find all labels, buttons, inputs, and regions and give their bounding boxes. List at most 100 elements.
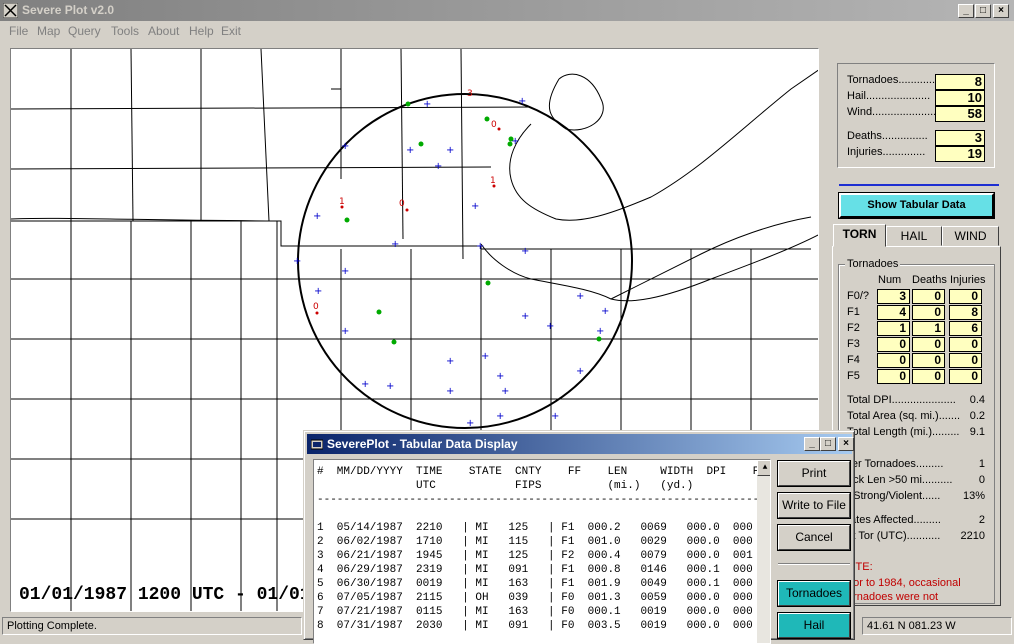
svg-text:0: 0 <box>399 199 405 209</box>
group-title: Tornadoes <box>845 258 901 270</box>
svg-text:3: 3 <box>467 89 473 99</box>
app-icon <box>3 3 18 18</box>
grid-cell: 0 <box>877 337 910 352</box>
table-row: 3 06/21/1987 1945 | MI 125 | F2 000.4 00… <box>317 550 753 562</box>
table-rule: ----------------------------------------… <box>317 494 766 506</box>
table-row: 8 07/31/1987 2030 | MI 091 | F0 003.5 00… <box>317 620 753 632</box>
table-row: 2 06/02/1987 1710 | MI 115 | F1 001.0 00… <box>317 536 753 548</box>
table-row: 5 06/30/1987 0019 | MI 163 | F1 001.9 00… <box>317 578 753 590</box>
grid-cell: 0 <box>949 337 982 352</box>
stat-total-area: Total Area (sq. mi.)....... 0.2 <box>847 410 985 422</box>
stat-states-affected: tates Affected......... 2 <box>847 514 985 526</box>
dialog-minimize-button[interactable]: _ <box>804 437 820 451</box>
svg-text:+: + <box>314 286 322 297</box>
svg-text:+: + <box>423 99 431 110</box>
row-label: F3 <box>847 338 860 350</box>
table-row: 4 06/29/1987 2319 | MI 091 | F1 000.8 01… <box>317 564 753 576</box>
write-to-file-button[interactable]: Write to File <box>777 492 851 519</box>
menu-exit[interactable]: Exit <box>221 24 241 38</box>
tornadoes-label: Tornadoes............. <box>847 74 939 86</box>
svg-text:+: + <box>293 256 301 267</box>
svg-text:+: + <box>341 326 349 337</box>
grid-cell: 6 <box>949 321 982 336</box>
tornadoes-button[interactable]: Tornadoes <box>777 580 851 607</box>
close-button[interactable]: × <box>993 4 1009 18</box>
note-line: ornadoes were not <box>847 591 939 603</box>
menu-tools[interactable]: Tools <box>111 24 139 38</box>
svg-text:+: + <box>546 321 554 332</box>
svg-text:+: + <box>341 141 349 152</box>
svg-text:+: + <box>481 351 489 362</box>
table-spacer <box>317 507 770 521</box>
wind-count: 58 <box>935 106 985 122</box>
dialog-title: SeverePlot - Tabular Data Display <box>327 437 518 451</box>
row-label: F4 <box>847 354 860 366</box>
col-header-num: Num <box>878 274 902 286</box>
status-message: Plotting Complete. <box>2 617 302 635</box>
vertical-scrollbar[interactable]: ▲ <box>757 460 770 643</box>
stat-total-length: Total Length (mi.)......... 9.1 <box>847 426 985 438</box>
hail-markers <box>344 101 602 345</box>
grid-cell: 1 <box>912 321 945 336</box>
stat-total-dpi: Total DPI..................... 0.4 <box>847 394 985 406</box>
svg-text:+: + <box>518 96 526 107</box>
maximize-button[interactable]: □ <box>975 4 991 18</box>
table-header-units: UTC FIPS (mi.) (yd.) <box>317 480 694 492</box>
hail-button[interactable]: Hail <box>777 612 851 639</box>
tab-wind[interactable]: WIND <box>942 226 999 246</box>
svg-text:+: + <box>496 411 504 422</box>
svg-text:+: + <box>446 386 454 397</box>
tabular-data-dialog: SeverePlot - Tabular Data Display _ □ × … <box>303 430 855 644</box>
dialog-maximize-button[interactable]: □ <box>820 437 836 451</box>
grid-cell: 0 <box>949 289 982 304</box>
tabular-text-area[interactable]: # MM/DD/YYYY TIME STATE CNTY FF LEN WIDT… <box>313 459 771 644</box>
svg-text:+: + <box>386 381 394 392</box>
stat-track-length: ack Len >50 mi.......... 0 <box>847 474 985 486</box>
menu-query[interactable]: Query <box>68 24 101 38</box>
menu-about[interactable]: About <box>148 24 179 38</box>
grid-cell: 0 <box>949 369 982 384</box>
grid-cell: 0 <box>912 337 945 352</box>
injuries-label: Injuries.............. <box>847 146 926 158</box>
stat-killer-tornadoes: ller Tornadoes......... 1 <box>847 458 985 470</box>
svg-text:+: + <box>313 211 321 222</box>
svg-text:+: + <box>434 161 442 172</box>
grid-cell: 0 <box>912 353 945 368</box>
hail-label: Hail..................... <box>847 90 931 102</box>
svg-text:0: 0 <box>491 120 497 130</box>
svg-text:+: + <box>476 241 484 252</box>
dialog-close-button[interactable]: × <box>838 437 854 451</box>
col-header-deaths: Deaths <box>912 274 947 286</box>
menu-file[interactable]: File <box>9 24 28 38</box>
svg-text:1: 1 <box>339 197 345 207</box>
injuries-count: 19 <box>935 146 985 162</box>
summary-box: Tornadoes............. 8 Hail...........… <box>837 63 995 168</box>
tornadoes-count: 8 <box>935 74 985 90</box>
tab-hail[interactable]: HAIL <box>886 226 942 246</box>
show-tabular-data-button[interactable]: Show Tabular Data <box>838 192 995 219</box>
cancel-button[interactable]: Cancel <box>777 524 851 551</box>
deaths-label: Deaths............... <box>847 130 928 142</box>
scroll-up-icon[interactable]: ▲ <box>757 460 770 476</box>
print-button[interactable]: Print <box>777 460 851 487</box>
table-row: 7 07/21/1987 0115 | MI 163 | F0 000.1 00… <box>317 606 753 618</box>
window-title: Severe Plot v2.0 <box>22 3 115 17</box>
row-label: F0/? <box>847 290 870 302</box>
minimize-button[interactable]: _ <box>958 4 974 18</box>
menu-help[interactable]: Help <box>189 24 214 38</box>
svg-text:+: + <box>341 266 349 277</box>
svg-text:+: + <box>391 239 399 250</box>
grid-cell: 3 <box>877 289 910 304</box>
svg-text:0: 0 <box>313 302 319 312</box>
separator-line <box>839 184 999 186</box>
dialog-divider <box>778 563 850 565</box>
tab-torn[interactable]: TORN <box>833 224 886 247</box>
table-header: # MM/DD/YYYY TIME STATE CNTY FF LEN WIDT… <box>317 466 771 478</box>
note-line: rior to 1984, occasional <box>847 577 961 589</box>
grid-cell: 4 <box>877 305 910 320</box>
grid-cell: 0 <box>912 305 945 320</box>
menu-map[interactable]: Map <box>37 24 60 38</box>
grid-cell: 0 <box>912 289 945 304</box>
svg-text:+: + <box>471 201 479 212</box>
table-row: 1 05/14/1987 2210 | MI 125 | F1 000.2 00… <box>317 522 753 534</box>
